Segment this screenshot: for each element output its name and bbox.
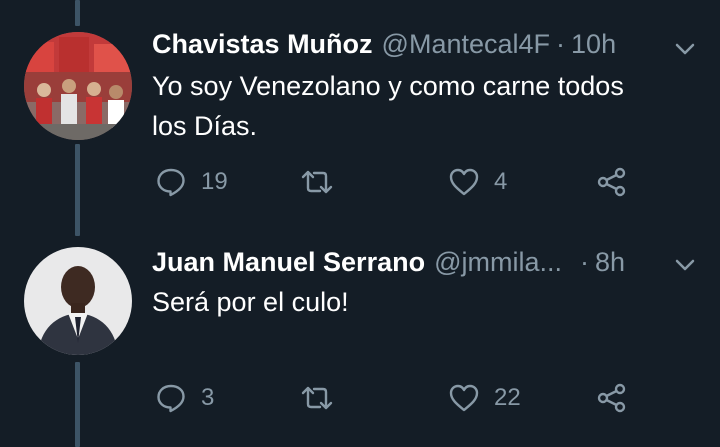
separator-dot: · (580, 247, 589, 277)
tweet-text: Será por el culo! (152, 282, 692, 322)
display-name[interactable]: Juan Manuel Serrano (152, 242, 425, 282)
share-button[interactable] (596, 162, 628, 202)
tweet-text-line: Será por el culo! (152, 287, 349, 317)
retweet-button[interactable] (299, 378, 349, 418)
chevron-down-icon[interactable] (672, 252, 698, 278)
tweet-text-line: los Días. (152, 111, 258, 141)
reply-button[interactable]: 19 (155, 162, 228, 202)
like-button[interactable]: 22 (448, 378, 521, 418)
avatar[interactable] (24, 247, 132, 355)
like-button[interactable]: 4 (448, 162, 507, 202)
tweet-header: Juan Manuel Serrano @jmmila... · 8h (152, 242, 625, 282)
share-icon (597, 167, 626, 197)
tweet-text: Yo soy Venezolano y como carne todos los… (152, 66, 692, 146)
share-icon (597, 383, 626, 413)
user-handle[interactable]: @Mantecal4F (382, 24, 550, 64)
reply-count: 19 (201, 168, 228, 195)
tweet-actions: 19 4 (0, 162, 720, 202)
thread-line-top (75, 0, 80, 26)
like-count: 4 (494, 168, 508, 195)
reply-icon (157, 384, 185, 413)
like-icon (449, 168, 479, 196)
tweet-text-line: Yo soy Venezolano y como carne todos (152, 71, 624, 101)
like-icon (449, 384, 479, 412)
reply-button[interactable]: 3 (155, 378, 214, 418)
retweet-icon (301, 386, 333, 410)
timestamp[interactable]: 8h (595, 242, 625, 282)
tweet-header: Chavistas Muñoz @Mantecal4F · 10h (152, 24, 616, 64)
separator-dot: · (556, 29, 566, 59)
retweet-button[interactable] (299, 162, 349, 202)
tweet-actions: 3 22 (0, 378, 720, 418)
chevron-down-icon[interactable] (672, 36, 698, 62)
reply-count: 3 (201, 384, 215, 411)
timestamp[interactable]: 10h (571, 24, 616, 64)
tweet[interactable]: Chavistas Muñoz @Mantecal4F · 10h Yo soy… (0, 24, 720, 214)
tweet[interactable]: Juan Manuel Serrano @jmmila... · 8h Será… (0, 242, 720, 442)
retweet-icon (301, 170, 333, 194)
like-count: 22 (494, 384, 521, 411)
user-handle[interactable]: @jmmila... (434, 242, 562, 282)
avatar[interactable] (24, 32, 132, 140)
reply-icon (157, 168, 185, 197)
share-button[interactable] (596, 378, 628, 418)
display-name[interactable]: Chavistas Muñoz (152, 24, 373, 64)
